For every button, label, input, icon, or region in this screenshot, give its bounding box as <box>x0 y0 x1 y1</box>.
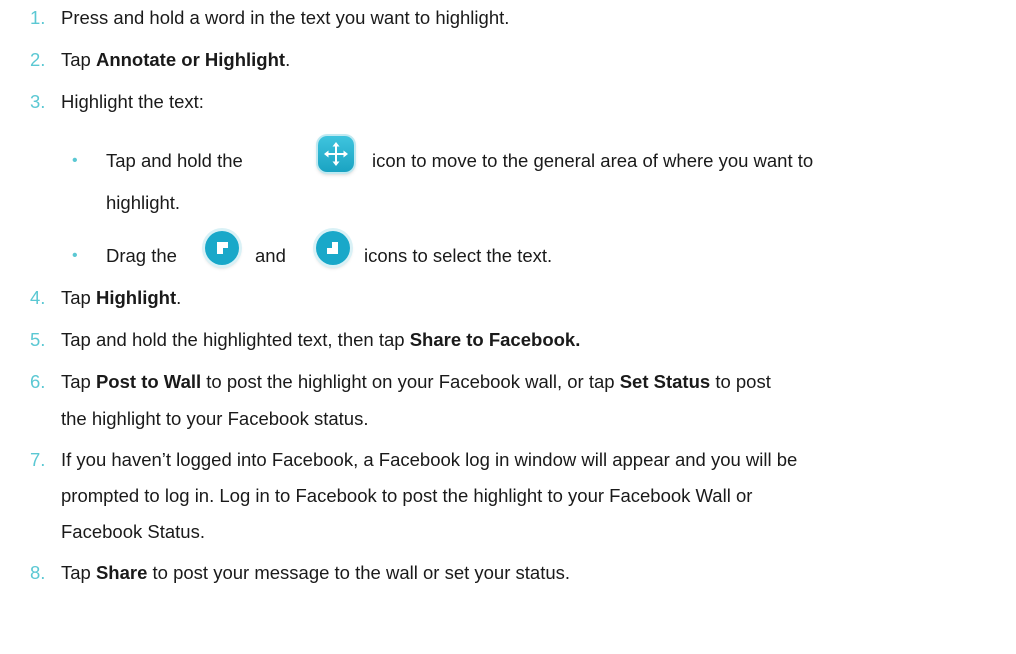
text-run: Tap <box>61 562 96 583</box>
text-run: Tap and hold the highlighted text, then … <box>61 329 410 350</box>
bullet: • <box>72 152 78 169</box>
substep-text-post: icon to move to the general area of wher… <box>372 150 814 171</box>
text-run: to post your message to the wall or set … <box>147 562 571 583</box>
step-text: Tap Annotate or Highlight. <box>61 49 290 71</box>
step-number: 3. <box>30 91 46 112</box>
text-run: . <box>285 49 291 70</box>
bold-term: Annotate or Highlight <box>95 49 286 70</box>
substep-text-cont: highlight. <box>106 192 181 213</box>
substep-text-post: icons to select the text. <box>364 245 553 266</box>
move-icon <box>318 136 354 172</box>
step-number: 6. <box>30 371 46 392</box>
instructions-document: 1. Press and hold a word in the text you… <box>0 0 1016 654</box>
step-text: Tap and hold the highlighted text, then … <box>61 329 580 351</box>
step-number: 5. <box>30 329 46 350</box>
end-handle-icon <box>316 231 350 265</box>
step-text: Tap Post to Wall to post the highlight o… <box>61 371 771 393</box>
step-text: prompted to log in. Log in to Facebook t… <box>61 485 753 506</box>
step-text: Tap Share to post your message to the wa… <box>61 562 570 584</box>
step-number: 8. <box>30 562 46 583</box>
bold-term: Highlight <box>95 287 177 308</box>
step-number: 1. <box>30 7 46 28</box>
step-number: 2. <box>30 49 46 70</box>
text-run: Tap <box>61 287 96 308</box>
substep-text-mid: and <box>255 245 286 266</box>
text-run: to post the highlight on your Facebook w… <box>201 371 620 392</box>
bold-term: Set Status <box>619 371 711 392</box>
substep-text-pre: Drag the <box>106 245 177 266</box>
step-number: 7. <box>30 449 46 470</box>
step-text: If you haven’t logged into Facebook, a F… <box>61 449 798 470</box>
step-number: 4. <box>30 287 46 308</box>
text-run: . <box>176 287 182 308</box>
substep-text-pre: Tap and hold the <box>106 150 243 171</box>
step-text: the highlight to your Facebook status. <box>61 408 369 429</box>
step-text: Tap Highlight. <box>61 287 181 309</box>
text-run: Tap <box>61 49 96 70</box>
bold-term: Share <box>95 562 148 583</box>
text-run: Tap <box>61 371 96 392</box>
step-text: Highlight the text: <box>61 91 204 112</box>
text-run: to post <box>710 371 771 392</box>
bullet: • <box>72 247 78 264</box>
step-text: Press and hold a word in the text you wa… <box>61 7 510 28</box>
step-text: Facebook Status. <box>61 521 205 542</box>
start-handle-icon <box>205 231 239 265</box>
bold-term: Share to Facebook. <box>409 329 581 350</box>
bold-term: Post to Wall <box>95 371 202 392</box>
